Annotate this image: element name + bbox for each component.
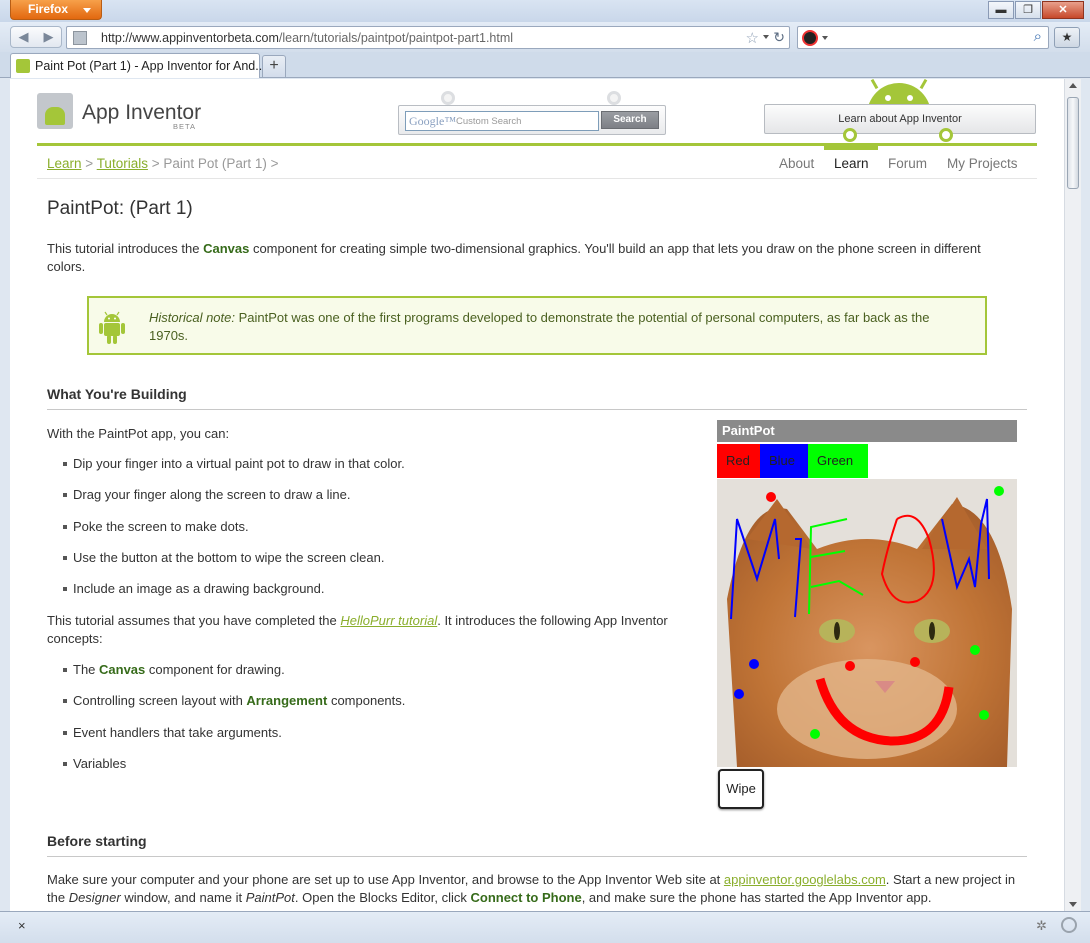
android-robot-icon [99,311,125,344]
window-controls: ▬ ❐ ✕ [987,1,1084,19]
section-heading-before: Before starting [47,833,147,849]
appinventor-link[interactable]: appinventor.googlelabs.com [724,872,886,887]
ring-right-icon [939,128,953,142]
search-engine-dropdown-icon[interactable] [822,36,828,40]
android-mascot-icon [855,79,943,105]
breadcrumb-learn[interactable]: Learn [47,156,82,171]
learn-about-button[interactable]: Learn about App Inventor [764,104,1036,134]
search-placeholder: Custom Search [456,116,522,127]
new-tab-button[interactable]: + [262,55,286,77]
paint-canvas-image [717,479,1017,767]
vertical-scrollbar[interactable] [1064,79,1081,911]
firefox-menu-button[interactable]: Firefox [10,0,102,20]
search-engine-icon[interactable] [802,30,818,46]
address-bar[interactable]: http://www.appinventorbeta.com/learn/tut… [66,26,790,49]
ring-left-icon [843,128,857,142]
scroll-up-icon[interactable] [1069,83,1077,88]
custom-search-box: Google™ Custom Search Search [398,105,666,135]
breadcrumb-current: > Paint Pot (Part 1) > [147,156,279,171]
close-addon-bar-icon[interactable]: × [18,918,26,933]
tab-favicon-icon [16,59,30,73]
scroll-thumb[interactable] [1067,97,1079,189]
page-title: PaintPot: (Part 1) [47,198,193,219]
building-lead: With the PaintPot app, you can: [47,426,230,441]
search-icon[interactable]: ⌕ [1034,28,1042,45]
page-viewport: App Inventor BETA Google™ Custom Search … [10,79,1064,911]
list-item: Dip your finger into a virtual paint pot… [63,456,405,471]
blue-button: Blue [760,444,808,478]
nav-my-projects[interactable]: My Projects [947,156,1018,171]
page-content: App Inventor BETA Google™ Custom Search … [37,79,1037,911]
navigation-toolbar: ◀ ▶ http://www.appinventorbeta.com/learn… [0,22,1090,52]
wipe-button: Wipe [718,769,764,809]
green-button: Green [808,444,868,478]
minimize-button[interactable]: ▬ [988,1,1014,19]
nav-about[interactable]: About [779,156,814,171]
active-nav-indicator [824,146,878,150]
list-item: Poke the screen to make dots. [63,519,249,534]
hellopurr-link[interactable]: HelloPurr tutorial [340,613,437,628]
red-button: Red [717,444,760,478]
search-pin-right-icon [607,91,621,105]
phone-app-title: PaintPot [717,420,1017,442]
google-logo: Google™ [409,114,457,128]
assume-paragraph: This tutorial assumes that you have comp… [47,613,668,646]
list-item: Variables [62,756,127,771]
close-window-button[interactable]: ✕ [1042,1,1084,19]
scroll-down-icon[interactable] [1069,902,1077,907]
tab-title: Paint Pot (Part 1) - App Inventor for An… [35,59,266,73]
list-item: Include an image as a drawing background… [63,581,325,596]
list-item: Use the button at the bottom to wipe the… [62,550,385,565]
url-history-dropdown-icon[interactable] [763,35,769,39]
history-buttons: ◀ ▶ [10,26,62,48]
bookmark-star-icon[interactable]: ☆ [746,29,759,47]
section-heading-building: What You're Building [47,386,187,402]
note-text: Historical note: PaintPot was one of the… [149,310,930,343]
section-divider [47,409,1027,410]
list-item: Controlling screen layout with Arrangeme… [62,693,406,708]
nav-learn[interactable]: Learn [834,156,869,171]
section-divider [47,856,1027,857]
url-text[interactable]: http://www.appinventorbeta.com/learn/tut… [101,31,513,45]
firefox-menu-label: Firefox [28,2,69,16]
list-item: Drag your finger along the screen to dra… [63,487,351,502]
nav-forum[interactable]: Forum [888,156,927,171]
site-favicon-icon [73,31,87,45]
breadcrumb-tutorials[interactable]: Tutorials [97,156,148,171]
search-button[interactable]: Search [601,111,659,129]
list-item: Event handlers that take arguments. [63,725,282,740]
custom-search-input[interactable]: Google™ Custom Search [405,111,599,131]
bookmarks-menu-button[interactable]: ★ [1054,27,1080,48]
chevron-down-icon [83,8,91,13]
tab-paintpot[interactable]: Paint Pot (Part 1) - App Inventor for An… [10,53,266,78]
breadcrumb-divider [37,178,1037,179]
maximize-button[interactable]: ❐ [1015,1,1041,19]
window-titlebar: Firefox ▬ ❐ ✕ [0,0,1090,22]
before-paragraph: Make sure your computer and your phone a… [47,872,1016,905]
search-bar[interactable]: ⌕ [797,26,1049,49]
breadcrumb-separator: > [81,156,97,171]
logo-beta: BETA [173,122,197,131]
reload-icon[interactable]: ↻ [773,29,785,46]
breadcrumb: Learn > Tutorials > Paint Pot (Part 1) > [47,156,279,171]
back-button[interactable]: ◀ [11,27,36,47]
header-divider [37,143,1037,146]
addon-bar: × ✲ [0,911,1090,943]
tab-strip: Paint Pot (Part 1) - App Inventor for An… [0,52,1090,78]
search-pin-left-icon [441,91,455,105]
intro-paragraph: This tutorial introduces the Canvas comp… [47,241,981,274]
forward-button[interactable]: ▶ [36,27,61,47]
loading-status-icon [1061,917,1077,933]
list-item: The Canvas component for drawing. [63,662,285,677]
app-inventor-logo-icon[interactable] [37,93,73,129]
addon-puzzle-icon[interactable]: ✲ [1036,918,1047,934]
historical-note: Historical note: PaintPot was one of the… [87,296,987,355]
